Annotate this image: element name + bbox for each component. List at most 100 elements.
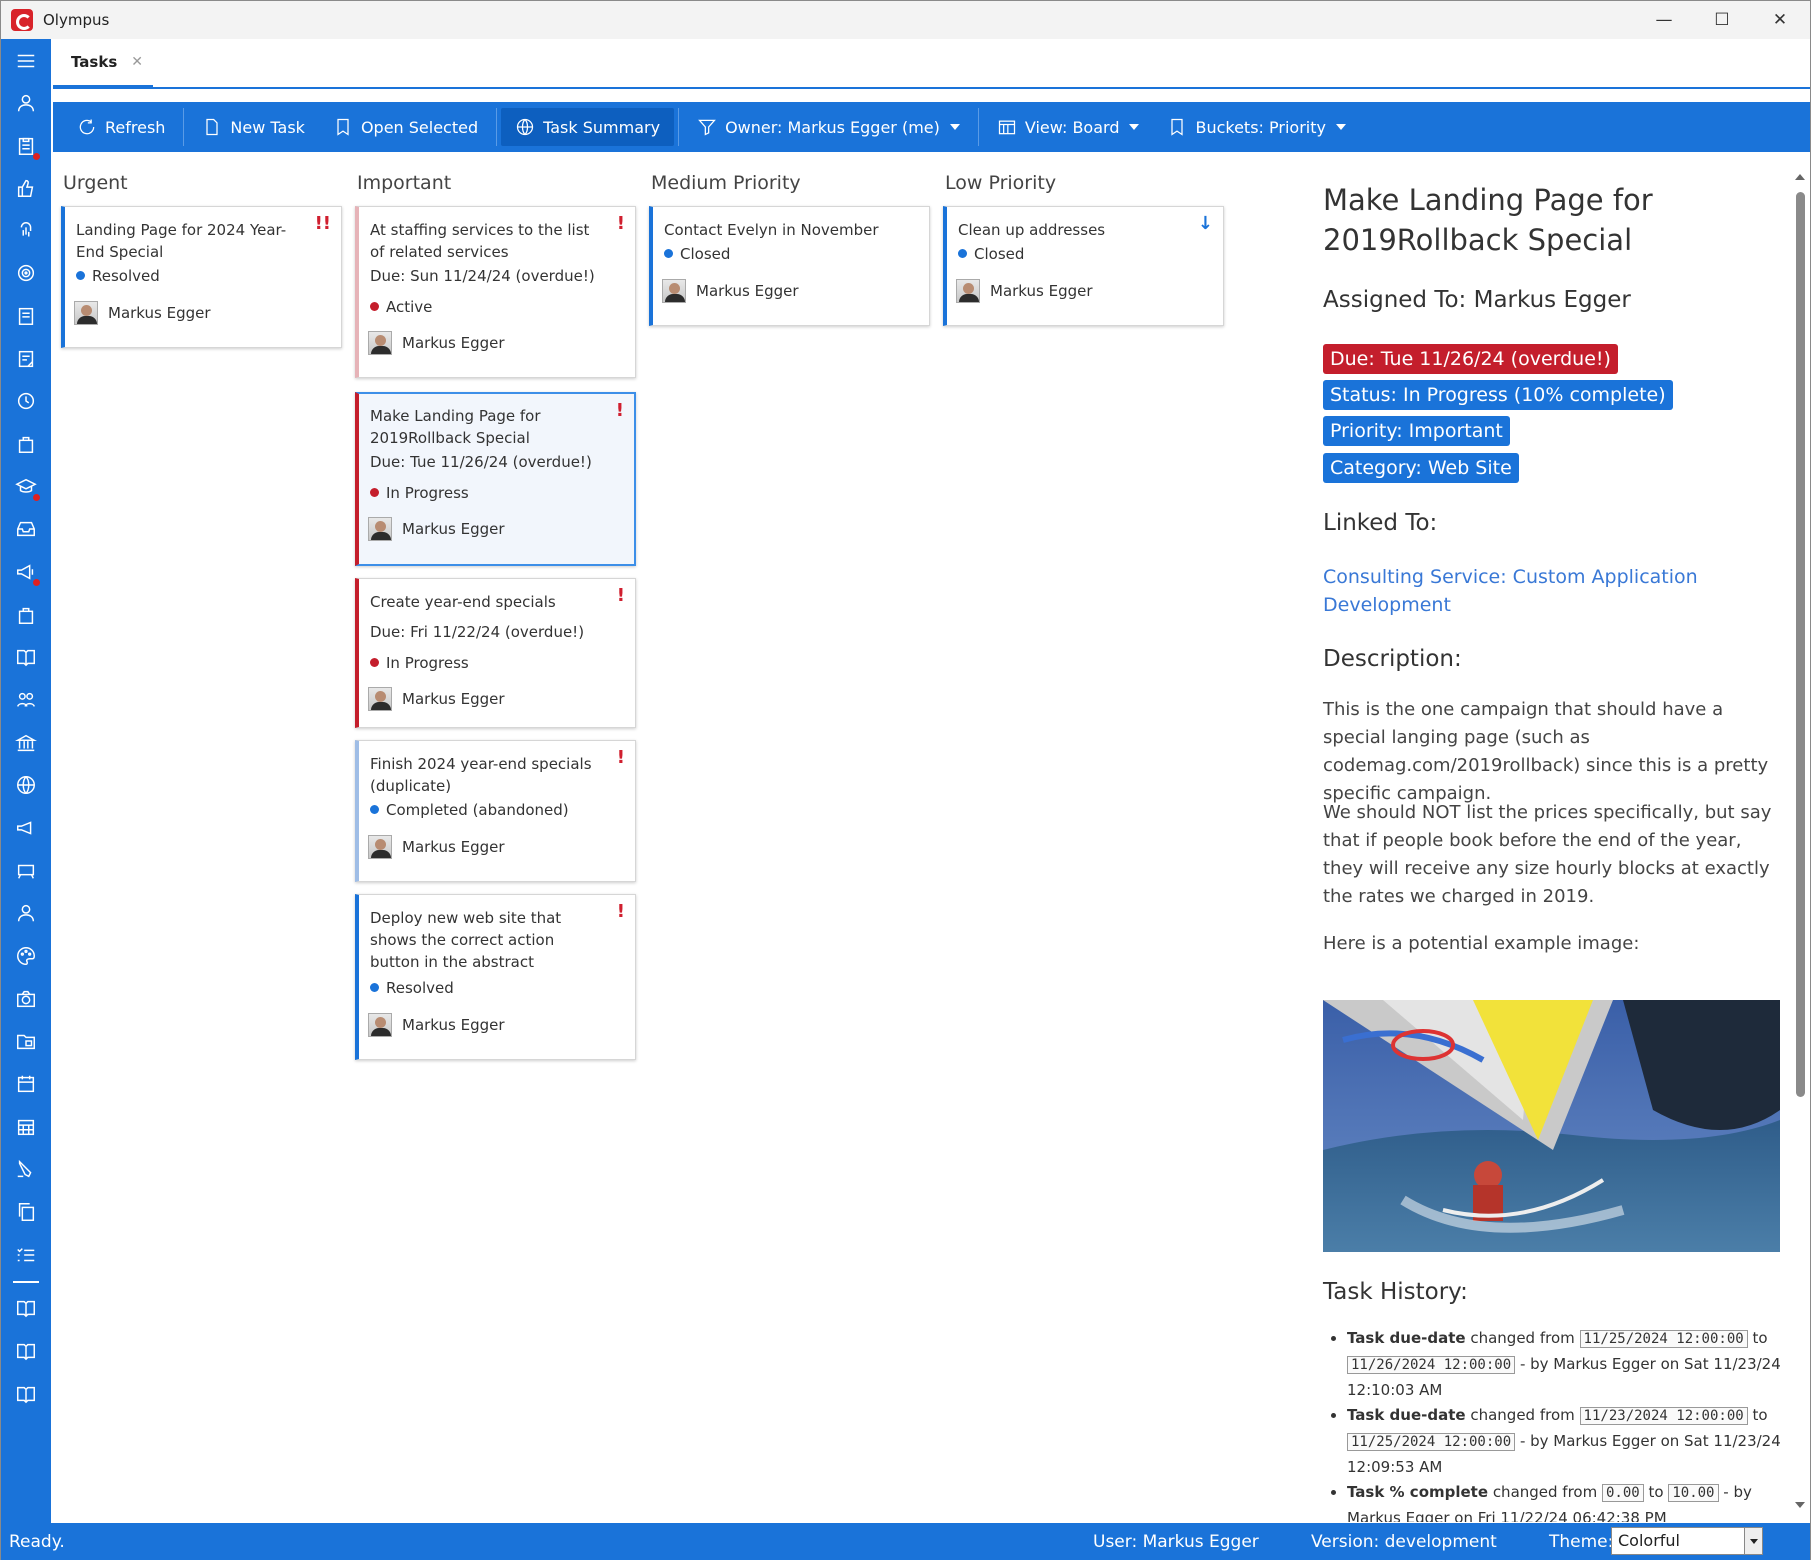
task-summary-label: Task Summary — [543, 117, 661, 137]
task-card[interactable]: Create year-end specials ! Due: Fri 11/2… — [355, 578, 636, 728]
task-assignee: Markus Egger — [956, 279, 1093, 303]
open-book-icon — [337, 118, 349, 136]
important-flag-icon: ! — [615, 400, 624, 421]
list-item: Task due-date changed from 11/23/2024 12… — [1347, 1403, 1783, 1480]
clock-icon[interactable] — [14, 389, 38, 413]
contact-icon[interactable] — [14, 901, 38, 925]
tab-tasks[interactable]: Tasks ✕ — [53, 39, 153, 89]
buckets-dropdown[interactable]: Buckets: Priority — [1153, 108, 1359, 146]
task-card-selected[interactable]: Make Landing Page for 2019Rollback Speci… — [355, 392, 636, 566]
globe-icon[interactable] — [14, 773, 38, 797]
calendar-grid-icon[interactable] — [14, 1115, 38, 1139]
task-card[interactable]: Landing Page for 2024 Year-End Special !… — [61, 206, 342, 348]
tab-close-icon[interactable]: ✕ — [131, 54, 143, 70]
folder-image-icon[interactable] — [14, 1029, 38, 1053]
team-icon[interactable] — [14, 688, 38, 712]
history-field: Task due-date — [1347, 1406, 1466, 1424]
owner-filter-label: Owner: Markus Egger (me) — [725, 117, 940, 137]
history-changed-text: changed from — [1492, 1483, 1598, 1501]
refresh-button[interactable]: Refresh — [63, 108, 179, 146]
priority-badge: Priority: Important — [1323, 416, 1510, 446]
task-due: Due: Tue 11/26/24 (overdue!) — [370, 453, 592, 471]
tram-icon[interactable] — [14, 859, 38, 883]
camera-icon[interactable] — [14, 987, 38, 1011]
owner-filter-dropdown[interactable]: Owner: Markus Egger (me) — [683, 108, 974, 146]
view-dropdown[interactable]: View: Board — [983, 108, 1154, 146]
target-icon[interactable] — [14, 261, 38, 285]
scroll-up-icon[interactable] — [1795, 174, 1805, 180]
status-dot-icon — [664, 249, 673, 258]
chevron-down-icon — [1129, 124, 1140, 130]
app-window: Olympus — ☐ ✕ Tasks ✕ Refresh New Task O… — [0, 0, 1811, 1560]
history-from-value: 11/23/2024 12:00:00 — [1579, 1407, 1748, 1425]
assignee-name: Markus Egger — [402, 690, 505, 708]
announcement-icon[interactable] — [14, 816, 38, 840]
title-bar: Olympus — ☐ ✕ — [1, 1, 1810, 39]
bank-icon[interactable] — [14, 731, 38, 755]
detail-title: Make Landing Page for 2019Rollback Speci… — [1323, 183, 1653, 257]
buckets-label: Buckets: Priority — [1195, 117, 1326, 137]
history-to-value: 11/25/2024 12:00:00 — [1347, 1433, 1516, 1451]
copy-icon[interactable] — [14, 1200, 38, 1224]
history-to-value: 11/26/2024 12:00:00 — [1347, 1356, 1516, 1374]
history-to-value: 10.00 — [1668, 1484, 1719, 1502]
open-selected-button[interactable]: Open Selected — [319, 108, 492, 146]
inbox-icon[interactable] — [14, 517, 38, 541]
task-title: At staffing services to the list of rela… — [370, 221, 590, 261]
bag-icon[interactable] — [14, 432, 38, 456]
book-icon[interactable] — [14, 1382, 38, 1406]
book-icon[interactable] — [14, 1296, 38, 1320]
book-icon[interactable] — [14, 1339, 38, 1363]
task-status-text: In Progress — [386, 484, 469, 502]
task-card[interactable]: Deploy new web site that shows the corre… — [355, 894, 636, 1060]
minimize-button[interactable]: — — [1635, 1, 1693, 39]
task-card[interactable]: Clean up addresses ↓ Closed Markus Egger — [943, 206, 1224, 326]
details-scrollbar[interactable] — [1791, 152, 1810, 1522]
pen-icon[interactable] — [14, 1157, 38, 1181]
notes-icon[interactable] — [14, 347, 38, 371]
status-user: User: Markus Egger — [1093, 1532, 1259, 1552]
chevron-down-icon — [1744, 1528, 1762, 1554]
toolbar-separator — [977, 108, 979, 146]
open-selected-label: Open Selected — [360, 117, 479, 137]
task-card[interactable]: At staffing services to the list of rela… — [355, 206, 636, 378]
list-item: Task due-date changed from 11/25/2024 12… — [1347, 1326, 1783, 1403]
thumbs-up-icon[interactable] — [14, 176, 38, 200]
scroll-down-icon[interactable] — [1795, 1502, 1805, 1508]
task-title: Deploy new web site that shows the corre… — [370, 909, 562, 971]
fingerprint-icon[interactable] — [14, 219, 38, 243]
calendar-icon[interactable] — [14, 1072, 38, 1096]
task-status-text: Resolved — [386, 979, 454, 997]
linked-service-link[interactable]: Consulting Service: Custom Application D… — [1323, 563, 1723, 619]
close-window-button[interactable]: ✕ — [1751, 1, 1809, 39]
chevron-down-icon — [1335, 124, 1346, 130]
history-field: Task % complete — [1347, 1483, 1489, 1501]
status-dot-icon — [370, 805, 379, 814]
theme-select[interactable]: Colorful — [1611, 1527, 1763, 1555]
task-summary-button[interactable]: Task Summary — [501, 108, 675, 146]
palette-icon[interactable] — [14, 944, 38, 968]
maximize-button[interactable]: ☐ — [1693, 1, 1751, 39]
user-icon[interactable] — [14, 91, 38, 115]
task-card[interactable]: Contact Evelyn in November Closed Markus… — [649, 206, 930, 326]
checklist-icon[interactable] — [14, 1243, 38, 1267]
book-icon[interactable] — [14, 645, 38, 669]
task-due: Due: Fri 11/22/24 (overdue!) — [370, 623, 585, 641]
task-assignee: Markus Egger — [368, 835, 505, 859]
description-paragraph: We should NOT list the prices specifical… — [1323, 802, 1772, 907]
status-dot-icon — [958, 249, 967, 258]
scrollbar-thumb[interactable] — [1796, 192, 1805, 1097]
filter-icon — [698, 119, 716, 136]
new-task-button[interactable]: New Task — [188, 108, 319, 146]
task-status-text: Completed (abandoned) — [386, 801, 569, 819]
new-task-label: New Task — [230, 117, 305, 137]
history-changed-text: changed from — [1470, 1329, 1575, 1347]
toolbar: Refresh New Task Open Selected Task Summ… — [53, 102, 1810, 152]
document-icon[interactable] — [14, 304, 38, 328]
briefcase-icon[interactable] — [14, 603, 38, 627]
hamburger-menu-icon[interactable] — [14, 49, 38, 73]
window-title: Olympus — [43, 11, 110, 29]
board-view-icon — [998, 120, 1015, 135]
task-board: Urgent Important Medium Priority Low Pri… — [53, 152, 1313, 1522]
task-card[interactable]: Finish 2024 year-end specials (duplicate… — [355, 740, 636, 882]
